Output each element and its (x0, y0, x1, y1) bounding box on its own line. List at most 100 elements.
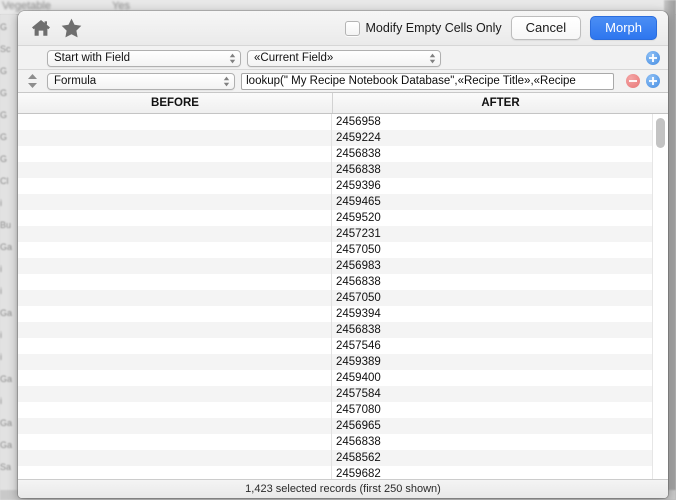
chevron-updown-icon (429, 51, 436, 66)
cell-before (18, 162, 332, 178)
table-row[interactable]: 2459394 (18, 306, 653, 322)
table-row[interactable]: 2457546 (18, 338, 653, 354)
table-row[interactable]: 2457080 (18, 402, 653, 418)
cell-after: 2458562 (332, 450, 653, 466)
cell-before (18, 242, 332, 258)
toolbar-actions: Modify Empty Cells Only Cancel Morph (345, 16, 657, 40)
cell-before (18, 146, 332, 162)
cell-after: 2456838 (332, 162, 653, 178)
star-icon[interactable] (56, 14, 86, 42)
table-row[interactable]: 2459396 (18, 178, 653, 194)
cell-after: 2459520 (332, 210, 653, 226)
table-row[interactable]: 2456965 (18, 418, 653, 434)
table-row[interactable]: 2459682 (18, 466, 653, 479)
table-row[interactable]: 2456838 (18, 434, 653, 450)
table-row[interactable]: 2459400 (18, 370, 653, 386)
cell-after: 2457080 (332, 402, 653, 418)
cell-after: 2459465 (332, 194, 653, 210)
column-header-before[interactable]: BEFORE (18, 93, 333, 113)
cell-after: 2459400 (332, 370, 653, 386)
cell-after: 2456965 (332, 418, 653, 434)
criteria-rows: Start with Field «Current Field» (18, 46, 668, 93)
table-row[interactable]: 2457050 (18, 290, 653, 306)
cell-after: 2457231 (332, 226, 653, 242)
table-row[interactable]: 2457050 (18, 242, 653, 258)
cell-before (18, 114, 332, 130)
row1-field-popup[interactable]: «Current Field» (247, 50, 441, 67)
cell-after: 2459396 (332, 178, 653, 194)
cell-before (18, 338, 332, 354)
cell-after: 2459682 (332, 466, 653, 479)
table-row[interactable]: 2458562 (18, 450, 653, 466)
row1-field-label: «Current Field» (254, 52, 333, 64)
cell-after: 2456838 (332, 146, 653, 162)
cell-after: 2456838 (332, 274, 653, 290)
table-row[interactable]: 2457231 (18, 226, 653, 242)
dialog-toolbar: Modify Empty Cells Only Cancel Morph (18, 11, 668, 46)
backdrop-text: i (0, 352, 14, 362)
morph-button[interactable]: Morph (590, 16, 657, 40)
backdrop-text: i (0, 330, 14, 340)
cell-after: 2457584 (332, 386, 653, 402)
updown-stepper-icon[interactable] (24, 72, 41, 90)
cell-after: 2457050 (332, 290, 653, 306)
formula-text: lookup(" My Recipe Notebook Database",«R… (246, 75, 576, 87)
table-row[interactable]: 2456958 (18, 114, 653, 130)
add-criteria-row-button[interactable] (646, 74, 660, 88)
home-icon[interactable] (26, 14, 56, 42)
row1-action-popup[interactable]: Start with Field (47, 50, 241, 67)
backdrop-text: Ga (0, 418, 14, 428)
cell-before (18, 402, 332, 418)
table-row[interactable]: 2459465 (18, 194, 653, 210)
cell-before (18, 258, 332, 274)
formula-input[interactable]: lookup(" My Recipe Notebook Database",«R… (241, 73, 614, 90)
cell-before (18, 130, 332, 146)
backdrop-text: i (0, 396, 14, 406)
chevron-updown-icon (223, 74, 230, 89)
table-row[interactable]: 2456838 (18, 162, 653, 178)
table-row[interactable]: 2459389 (18, 354, 653, 370)
cell-before (18, 290, 332, 306)
backdrop-text: Cl (0, 176, 14, 186)
preview-table-rows: 2456958245922424568382456838245939624594… (18, 114, 653, 479)
table-row[interactable]: 2457584 (18, 386, 653, 402)
table-row[interactable]: 2456838 (18, 322, 653, 338)
backdrop-text: G (0, 22, 14, 32)
cell-before (18, 418, 332, 434)
table-row[interactable]: 2456838 (18, 274, 653, 290)
remove-criteria-row-button[interactable] (626, 74, 640, 88)
backdrop-text: Bu (0, 220, 14, 230)
table-row[interactable]: 2456838 (18, 146, 653, 162)
backdrop-text: i (0, 198, 14, 208)
row2-action-popup[interactable]: Formula (47, 73, 235, 90)
cell-before (18, 194, 332, 210)
column-header-after[interactable]: AFTER (333, 93, 668, 113)
table-row[interactable]: 2456983 (18, 258, 653, 274)
backdrop-text: G (0, 66, 14, 76)
backdrop-text: G (0, 88, 14, 98)
cell-before (18, 450, 332, 466)
table-row[interactable]: 2459520 (18, 210, 653, 226)
backdrop-text: G (0, 154, 14, 164)
vertical-scrollbar-thumb[interactable] (656, 118, 665, 148)
cell-after: 2457050 (332, 242, 653, 258)
cell-after: 2459389 (332, 354, 653, 370)
criteria-row-1: Start with Field «Current Field» (18, 47, 668, 70)
cancel-button[interactable]: Cancel (511, 16, 581, 40)
backdrop-text: Ga (0, 440, 14, 450)
cell-before (18, 322, 332, 338)
cell-after: 2459224 (332, 130, 653, 146)
cell-after: 2456983 (332, 258, 653, 274)
cell-after: 2456958 (332, 114, 653, 130)
backdrop-text: Sa (0, 462, 14, 472)
checkbox-box[interactable] (345, 21, 360, 36)
row1-action-label: Start with Field (54, 52, 130, 64)
cell-before (18, 386, 332, 402)
cell-after: 2456838 (332, 434, 653, 450)
cell-before (18, 354, 332, 370)
modify-empty-cells-checkbox[interactable]: Modify Empty Cells Only (345, 21, 502, 36)
table-row[interactable]: 2459224 (18, 130, 653, 146)
vertical-scrollbar[interactable] (652, 114, 668, 479)
cell-after: 2456838 (332, 322, 653, 338)
add-criteria-row-button[interactable] (646, 51, 660, 65)
